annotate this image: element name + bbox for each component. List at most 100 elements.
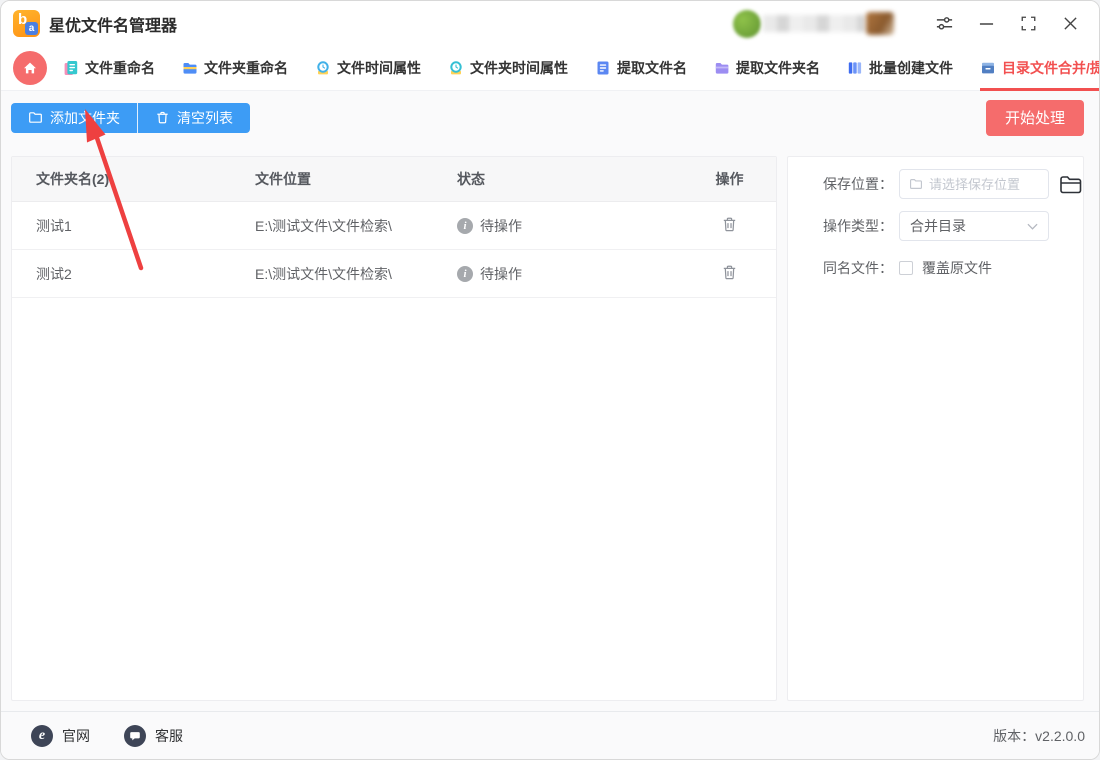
batch-create-icon [848,61,862,74]
titlebar: b a 星优文件名管理器 [1,1,1099,46]
operation-type-value: 合并目录 [910,218,966,234]
table-row: 测试2 E:\测试文件\文件检索\ i 待操作 [12,250,776,298]
close-button[interactable] [1055,9,1085,39]
tab-merge-extract[interactable]: 目录文件合并/提取 [980,46,1099,91]
close-icon [1063,17,1077,30]
delete-row-button[interactable] [718,261,741,287]
tab-label: 批量创建文件 [869,59,953,76]
tab-extract-foldername[interactable]: 提取文件夹名 [714,46,820,91]
cell-status: i 待操作 [457,264,707,284]
table-header: 文件夹名(2) 文件位置 状态 操作 [12,157,776,202]
chevron-down-icon [1027,223,1038,230]
trash-icon [157,111,168,124]
tab-label: 文件时间属性 [337,59,421,76]
save-location-label: 保存位置： [823,176,893,192]
clear-list-button[interactable]: 清空列表 [137,102,250,133]
app-title: 星优文件名管理器 [49,17,178,35]
operation-type-row: 操作类型： 合并目录 [823,211,1083,241]
website-link[interactable]: e 官网 [31,724,90,747]
cell-location: E:\测试文件\文件检索\ [255,217,392,234]
app-logo-icon: b a [13,10,40,37]
settings-sliders-button[interactable] [929,9,959,39]
add-folder-label: 添加文件夹 [50,109,120,126]
user-account-redacted[interactable] [733,9,895,38]
header-folder-name: 文件夹名(2) [36,171,110,187]
tab-bar: 文件重命名 文件夹重命名 文件时间属性 文件夹时间属性 提取文件名 提取文件夹名 [1,46,1099,91]
trash-icon [723,217,736,231]
website-label: 官网 [62,727,90,744]
tabs: 文件重命名 文件夹重命名 文件时间属性 文件夹时间属性 提取文件名 提取文件夹名 [63,46,1099,91]
info-icon: i [457,265,473,282]
browse-folder-button[interactable] [1059,174,1083,195]
extract-filename-icon [597,61,609,74]
cell-status: i 待操作 [457,216,707,236]
tab-folder-time[interactable]: 文件夹时间属性 [448,46,568,91]
redacted-username [763,15,865,32]
header-location: 文件位置 [255,171,311,187]
tab-label: 提取文件名 [617,59,687,76]
trash-icon [723,265,736,279]
version-text: 版本：v2.2.0.0 [993,727,1085,744]
folder-actions-group: 添加文件夹 清空列表 [11,102,250,133]
extract-foldername-icon [715,62,729,74]
overwrite-label[interactable]: 覆盖原文件 [922,258,992,278]
table-row: 测试1 E:\测试文件\文件检索\ i 待操作 [12,202,776,250]
same-name-row: 同名文件： 覆盖原文件 [823,253,1083,283]
tab-extract-filename[interactable]: 提取文件名 [595,46,687,91]
folder-table: 文件夹名(2) 文件位置 状态 操作 测试1 E:\测试文件\文件检索\ i 待… [11,156,777,701]
save-location-field[interactable] [899,169,1049,199]
main-area: 添加文件夹 清空列表 开始处理 文件夹名(2) 文件位置 状态 操作 测试1 E… [1,91,1099,711]
maximize-icon [1021,16,1035,31]
website-icon: e [31,724,53,747]
tab-folder-rename[interactable]: 文件夹重命名 [182,46,288,91]
merge-extract-icon [982,62,994,73]
add-folder-button[interactable]: 添加文件夹 [11,102,137,133]
redacted-badge [866,12,894,35]
support-label: 客服 [155,727,183,744]
open-folder-icon [1060,175,1082,193]
folder-add-icon [29,112,42,123]
app-window: b a 星优文件名管理器 文件重命名 文件夹重命名 文件时间属性 文件夹时间属性… [0,0,1100,760]
toolbar: 添加文件夹 清空列表 开始处理 [1,91,1099,156]
operation-type-label: 操作类型： [823,218,893,234]
info-icon: i [457,217,473,234]
tab-label: 目录文件合并/提取 [1002,59,1099,76]
start-process-button[interactable]: 开始处理 [986,99,1084,136]
folder-icon [910,179,922,189]
footer: e 官网 客服 版本：v2.2.0.0 [1,711,1099,759]
file-rename-icon [64,60,78,75]
clear-list-label: 清空列表 [177,109,233,126]
overwrite-checkbox[interactable] [899,261,913,275]
home-button[interactable] [13,51,47,85]
tab-label: 文件夹重命名 [204,59,288,76]
sliders-icon [936,17,952,30]
minimize-button[interactable] [971,9,1001,39]
folder-rename-icon [183,62,197,74]
content-row: 文件夹名(2) 文件位置 状态 操作 测试1 E:\测试文件\文件检索\ i 待… [1,156,1099,701]
tab-file-time[interactable]: 文件时间属性 [315,46,421,91]
home-icon [24,62,36,74]
status-text: 待操作 [480,217,522,234]
maximize-button[interactable] [1013,9,1043,39]
tab-label: 文件重命名 [85,59,155,76]
same-name-label: 同名文件： [823,260,893,276]
tab-batch-create[interactable]: 批量创建文件 [847,46,953,91]
operation-type-select[interactable]: 合并目录 [899,211,1049,241]
folder-time-icon [450,60,462,74]
tab-label: 文件夹时间属性 [470,59,568,76]
save-location-input[interactable] [929,176,1039,192]
support-link[interactable]: 客服 [124,724,183,747]
minimize-icon [979,23,993,25]
delete-row-button[interactable] [718,213,741,239]
cell-folder-name: 测试2 [36,265,72,282]
status-text: 待操作 [480,265,522,282]
save-location-row: 保存位置： [823,169,1083,199]
file-time-icon [317,60,329,74]
support-chat-icon [124,724,146,747]
cell-folder-name: 测试1 [36,217,72,234]
tab-file-rename[interactable]: 文件重命名 [63,46,155,91]
logo-letter-a: a [25,22,38,35]
header-status: 状态 [457,171,485,187]
user-avatar [733,9,761,38]
cell-location: E:\测试文件\文件检索\ [255,265,392,282]
